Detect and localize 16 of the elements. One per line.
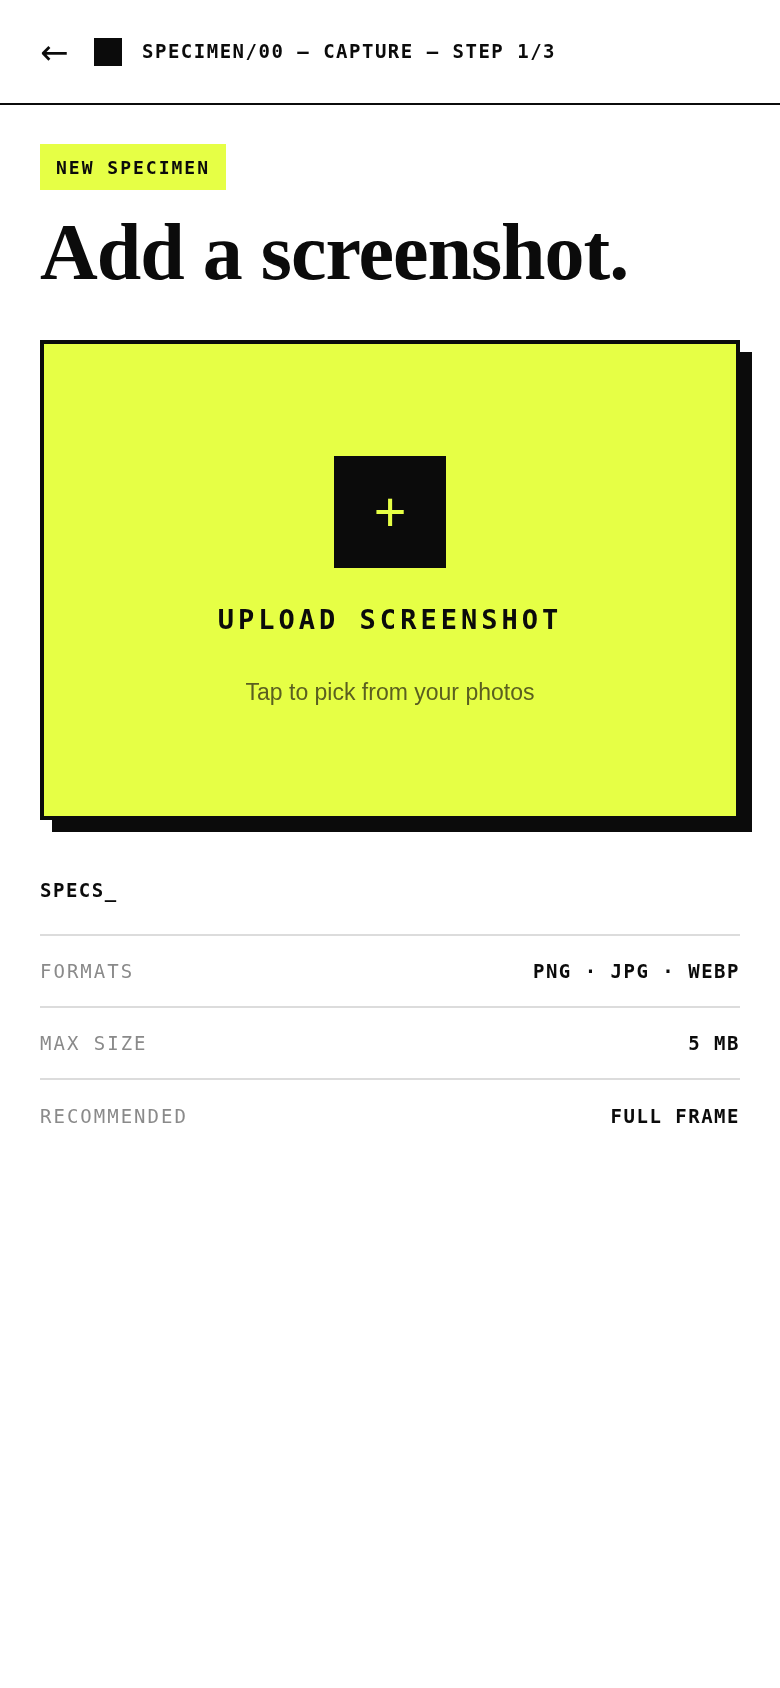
breadcrumb-title: SPECIMEN/00 — CAPTURE — STEP 1/3 xyxy=(142,39,557,65)
spec-label: RECOMMENDED xyxy=(40,1103,188,1129)
back-button[interactable]: ← xyxy=(40,34,74,69)
upload-hint: Tap to pick from your photos xyxy=(245,677,535,707)
specs-title: SPECS_ xyxy=(40,878,118,904)
square-logo-icon xyxy=(94,37,122,66)
plus-icon: + xyxy=(334,456,446,568)
upload-area[interactable]: + UPLOAD SCREENSHOT Tap to pick from your photos xyxy=(40,340,740,820)
spec-value: FULL FRAME xyxy=(610,1103,740,1129)
upload-label: UPLOAD SCREENSHOT xyxy=(217,603,563,637)
spec-label: MAX SIZE xyxy=(40,1030,148,1056)
spec-value: PNG · JPG · WEBP xyxy=(532,958,740,984)
spec-value: 5 MB xyxy=(688,1030,740,1056)
page-heading: Add a screenshot. xyxy=(40,212,630,292)
new-specimen-tag: NEW SPECIMEN xyxy=(40,144,227,190)
spec-label: FORMATS xyxy=(40,958,135,984)
